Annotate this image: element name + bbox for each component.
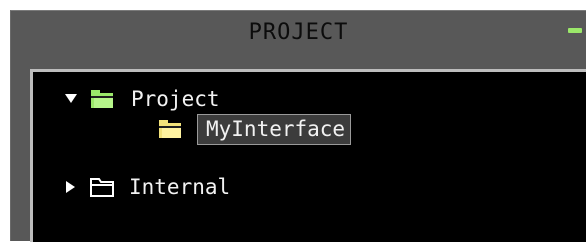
tree-item-label[interactable]: Project [131, 87, 220, 111]
folder-open-icon [83, 83, 121, 115]
minus-icon[interactable] [568, 28, 582, 33]
tree-item-label[interactable]: Internal [129, 175, 230, 199]
tree-item-myinterface[interactable]: MyInterface [151, 113, 352, 145]
expand-arrow-down-icon[interactable] [59, 83, 83, 115]
expand-arrow-right-icon[interactable] [59, 171, 83, 203]
tree-item-project[interactable]: Project [59, 83, 220, 115]
tree-item-internal[interactable]: Internal [59, 171, 230, 203]
project-panel: PROJECT Project MyInterface Internal [10, 10, 586, 242]
tree-item-label[interactable]: MyInterface [197, 113, 352, 145]
folder-open-icon [151, 113, 189, 145]
panel-title: PROJECT [248, 20, 349, 45]
folder-outline-icon [83, 171, 121, 203]
panel-titlebar: PROJECT [11, 11, 586, 57]
project-tree: Project MyInterface Internal [30, 69, 586, 242]
